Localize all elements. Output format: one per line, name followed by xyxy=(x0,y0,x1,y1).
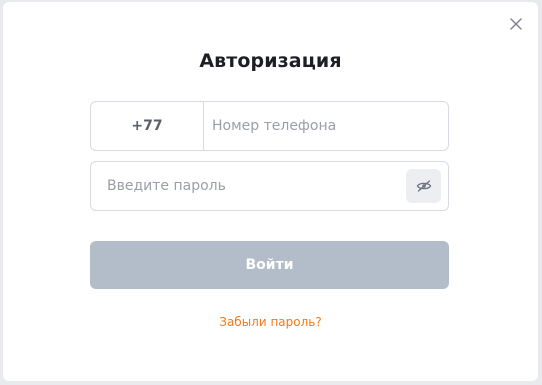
toggle-password-visibility-button[interactable] xyxy=(406,169,441,203)
login-modal: Авторизация +77 Войти Забыли пароль? xyxy=(3,2,538,381)
phone-input[interactable] xyxy=(204,102,448,150)
password-input[interactable] xyxy=(91,162,406,210)
modal-title: Авторизация xyxy=(199,50,342,72)
close-icon xyxy=(510,18,522,30)
close-button[interactable] xyxy=(507,15,525,33)
password-field xyxy=(90,161,449,211)
phone-field: +77 xyxy=(90,101,449,151)
forgot-password-link[interactable]: Забыли пароль? xyxy=(3,315,538,329)
country-code-selector[interactable]: +77 xyxy=(91,102,204,150)
login-button[interactable]: Войти xyxy=(90,241,449,289)
eye-off-icon xyxy=(416,180,431,192)
